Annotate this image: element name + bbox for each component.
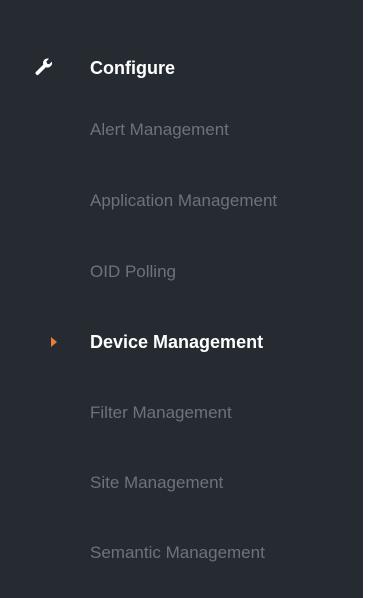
sidebar-item-device-management[interactable]: Device Management — [0, 322, 363, 362]
sidebar-item-label: Semantic Management — [90, 543, 265, 562]
section-header-configure[interactable]: Configure — [0, 48, 363, 88]
sidebar-item-alert-management[interactable]: Alert Management — [0, 110, 363, 150]
sidebar-item-oid-polling[interactable]: OID Polling — [0, 252, 363, 292]
sidebar-item-application-management[interactable]: Application Management — [0, 181, 363, 221]
sidebar-item-label: Application Management — [90, 191, 278, 210]
sidebar-item-semantic-management[interactable]: Semantic Management — [0, 533, 363, 573]
sidebar-item-label: OID Polling — [90, 262, 176, 281]
section-title: Configure — [90, 58, 175, 78]
sidebar-item-label: Device Management — [90, 332, 264, 352]
sidebar-item-label: Site Management — [90, 473, 224, 492]
sidebar-item-filter-management[interactable]: Filter Management — [0, 393, 363, 433]
active-indicator-icon — [51, 337, 57, 347]
sidebar-nav: Configure Alert Management Application M… — [0, 0, 363, 598]
wrench-icon — [33, 57, 53, 77]
sidebar-item-label: Filter Management — [90, 403, 232, 422]
sidebar-item-site-management[interactable]: Site Management — [0, 463, 363, 503]
sidebar-item-label: Alert Management — [90, 120, 229, 139]
